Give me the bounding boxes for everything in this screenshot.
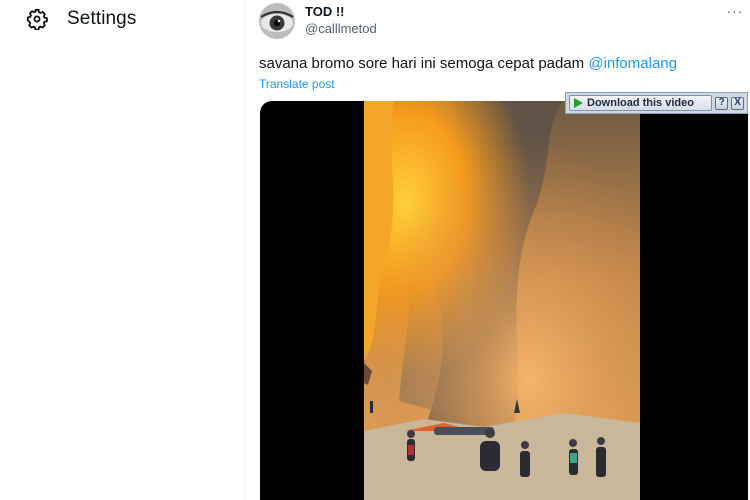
avatar[interactable] — [259, 3, 295, 39]
post-text: savana bromo sore hari ini semoga cepat … — [259, 55, 677, 72]
post-text-body: savana bromo sore hari ini semoga cepat … — [259, 55, 589, 72]
play-icon — [574, 98, 583, 108]
more-icon: ··· — [726, 3, 744, 19]
translate-post-link[interactable]: Translate post — [259, 77, 335, 91]
download-video-label: Download this video — [587, 97, 694, 109]
nav-item-settings[interactable]: Settings — [18, 2, 144, 36]
more-button[interactable]: ··· — [724, 2, 746, 20]
post[interactable]: TOD !! @calllmetod ··· savana bromo sore… — [246, 0, 750, 500]
author-handle[interactable]: @calllmetod — [305, 21, 377, 36]
video-player[interactable] — [260, 101, 748, 500]
close-icon[interactable]: X — [731, 96, 744, 110]
video-frame — [364, 101, 640, 500]
help-icon[interactable]: ? — [715, 96, 729, 110]
author-name[interactable]: TOD !! — [305, 4, 344, 19]
download-video-bar: Download this video ? X — [565, 92, 748, 114]
nav-item-settings-label: Settings — [67, 8, 137, 29]
download-video-button[interactable]: Download this video — [569, 95, 713, 111]
left-nav: Settings — [0, 0, 245, 500]
mention-link[interactable]: @infomalang — [588, 55, 677, 72]
gear-icon — [26, 8, 48, 30]
